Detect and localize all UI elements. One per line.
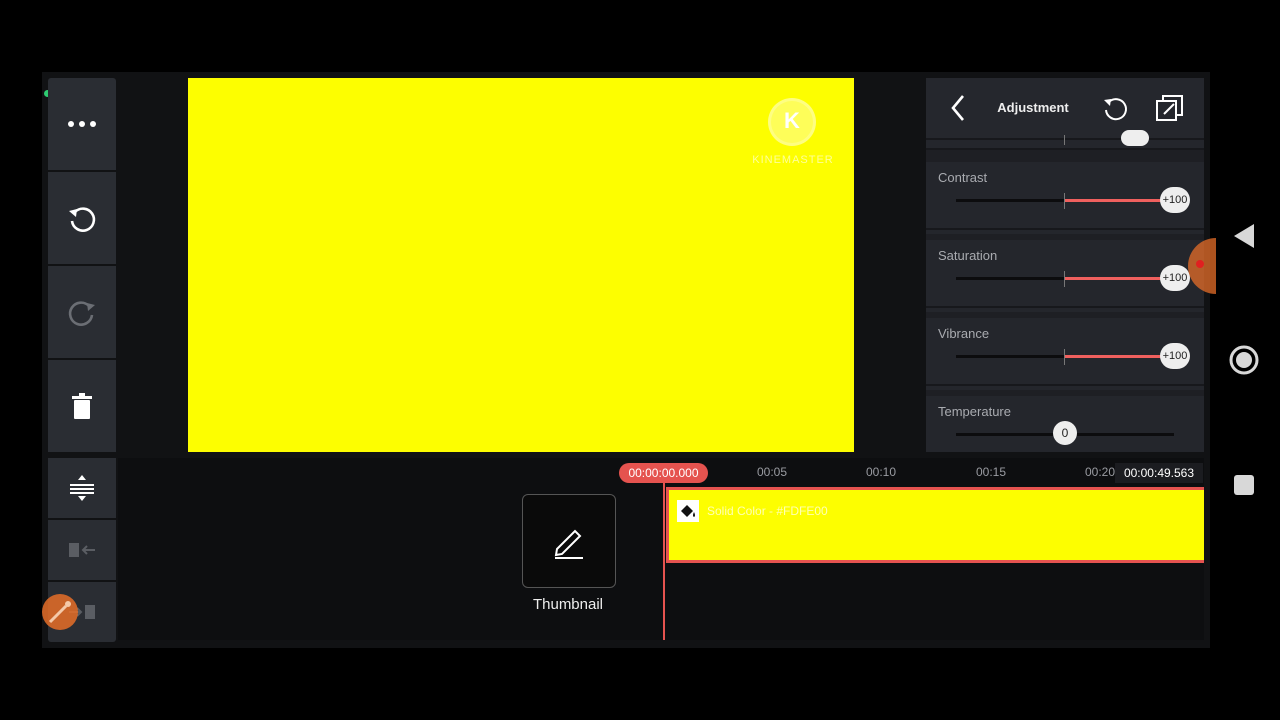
nav-home-button[interactable] xyxy=(1226,344,1262,376)
ruler-label: 00:10 xyxy=(866,465,897,479)
floating-brush-button[interactable] xyxy=(42,594,78,630)
back-icon xyxy=(951,95,964,121)
more-icon xyxy=(68,121,96,127)
delete-button[interactable] xyxy=(48,360,116,452)
ruler-label: 00:20 xyxy=(1085,465,1116,479)
undo-icon xyxy=(69,207,96,232)
redo-icon xyxy=(68,301,95,326)
jump-start-icon xyxy=(69,543,95,557)
touch-dot xyxy=(1196,260,1204,268)
more-button[interactable] xyxy=(48,78,116,170)
separator xyxy=(926,148,1204,150)
row-label: Vibrance xyxy=(938,326,990,341)
slider-knob[interactable]: +100 xyxy=(1160,265,1190,291)
paint-bucket-icon xyxy=(677,500,699,522)
thumbnail-label: Thumbnail xyxy=(532,596,604,613)
ruler-label: 00:05 xyxy=(757,465,788,479)
undo-button[interactable] xyxy=(48,172,116,264)
back-button[interactable] xyxy=(942,92,974,124)
timeline-clip[interactable]: Solid Color - #FDFE00 xyxy=(666,487,1204,563)
adjustment-panel: Adjustment Contrast +100 Saturation +100… xyxy=(926,78,1204,452)
video-preview[interactable]: K KINEMASTER xyxy=(188,78,854,452)
center-tick xyxy=(1064,349,1065,365)
slider-fill xyxy=(1064,355,1174,358)
center-tick xyxy=(1064,193,1065,209)
panel-header: Adjustment xyxy=(926,78,1204,138)
redo-button[interactable] xyxy=(48,266,116,358)
brush-icon xyxy=(48,601,71,624)
nav-home-icon xyxy=(1229,345,1259,375)
adjust-row-vibrance: Vibrance +100 xyxy=(926,318,1204,390)
partial-row xyxy=(926,130,1204,148)
row-label: Contrast xyxy=(938,170,988,185)
nav-recents-button[interactable] xyxy=(1226,474,1262,496)
slider-fill xyxy=(1064,199,1174,202)
partial-knob xyxy=(1121,130,1149,146)
nav-recents-icon xyxy=(1234,475,1254,495)
expand-track-button[interactable] xyxy=(48,458,116,518)
copy-all-icon xyxy=(1156,95,1183,121)
edit-pencil-icon xyxy=(554,529,583,559)
separator xyxy=(926,228,1204,230)
copy-to-all-button[interactable] xyxy=(1154,92,1186,124)
saturation-slider[interactable] xyxy=(956,277,1174,280)
panel-title: Adjustment xyxy=(997,100,1069,115)
nav-back-icon xyxy=(1234,224,1254,248)
vibrance-slider[interactable] xyxy=(956,355,1174,358)
playhead[interactable] xyxy=(663,483,665,640)
center-tick xyxy=(1064,135,1065,145)
logo-letter: K xyxy=(784,108,800,133)
playhead-time[interactable]: 00:00:00.000 xyxy=(619,463,708,483)
slider-knob[interactable]: +100 xyxy=(1160,187,1190,213)
adjust-row-saturation: Saturation +100 xyxy=(926,240,1204,312)
watermark-text: KINEMASTER xyxy=(752,154,834,166)
jump-to-start-button[interactable] xyxy=(48,520,116,580)
adjust-row-contrast: Contrast +100 xyxy=(926,162,1204,234)
expand-track-icon xyxy=(70,475,94,501)
adjust-row-temperature: Temperature 0 xyxy=(926,396,1204,452)
clip-label: Solid Color - #FDFE00 xyxy=(707,504,828,518)
delete-icon xyxy=(72,393,92,419)
separator xyxy=(926,384,1204,386)
center-tick xyxy=(1064,271,1065,287)
slider-knob[interactable]: 0 xyxy=(1053,421,1077,445)
slider-fill xyxy=(1064,277,1174,280)
nav-back-button[interactable] xyxy=(1226,222,1262,250)
kinemaster-logo: K xyxy=(768,98,816,146)
ruler-label: 00:15 xyxy=(976,465,1007,479)
row-label: Saturation xyxy=(938,248,998,263)
separator xyxy=(926,306,1204,308)
thumbnail-button[interactable] xyxy=(522,494,616,588)
contrast-slider[interactable] xyxy=(956,199,1174,202)
reset-button[interactable] xyxy=(1100,92,1132,124)
reset-icon xyxy=(1104,98,1127,121)
total-duration: 00:00:49.563 xyxy=(1115,463,1203,483)
row-label: Temperature xyxy=(938,404,1011,419)
slider-knob[interactable]: +100 xyxy=(1160,343,1190,369)
